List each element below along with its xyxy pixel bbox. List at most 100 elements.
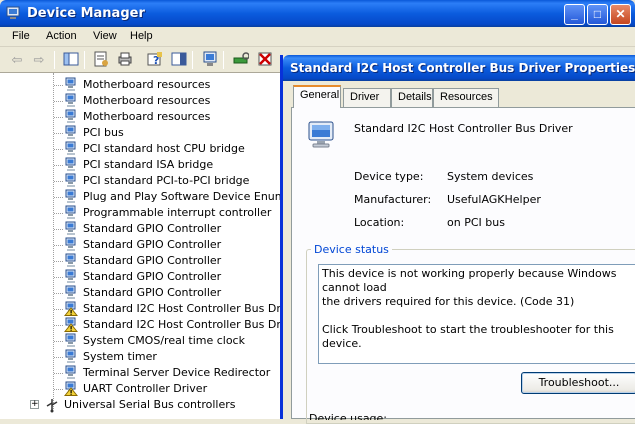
device-status-textbox[interactable]: This device is not working properly beca…	[318, 264, 635, 364]
tab-general[interactable]: General	[293, 85, 341, 108]
tab-driver[interactable]: Driver	[343, 88, 391, 107]
scan-hardware-icon[interactable]	[232, 51, 250, 69]
system-device-icon	[65, 77, 76, 91]
manufacturer-value: UsefulAGKHelper	[447, 193, 541, 206]
manufacturer-label: Manufacturer:	[354, 193, 432, 206]
forward-arrow-icon[interactable]: ⇨	[30, 51, 48, 69]
tab-resources[interactable]: Resources	[433, 88, 499, 107]
tree-connector	[54, 181, 63, 182]
device-tree: Motherboard resources Motherboard resourc…	[0, 73, 282, 419]
dialog-title: Standard I2C Host Controller Bus Driver …	[290, 61, 635, 75]
menu-action[interactable]: Action	[46, 30, 77, 42]
tree-node-label: Programmable interrupt controller	[83, 206, 272, 219]
general-tab-panel: Standard I2C Host Controller Bus Driver …	[291, 107, 635, 424]
tree-node-label: UART Controller Driver	[83, 382, 208, 395]
toolbar-separator	[84, 51, 85, 69]
location-value: on PCI bus	[447, 216, 505, 229]
tree-node-label: Motherboard resources	[83, 94, 211, 107]
monitor-icon[interactable]	[201, 51, 219, 69]
tree-connector	[54, 85, 63, 86]
device-warning-icon	[64, 317, 78, 332]
tree-connector-line	[53, 73, 54, 409]
tree-node-label: Standard I2C Host Controller Bus Driver	[83, 318, 282, 331]
menu-help[interactable]: Help	[130, 30, 153, 42]
tree-connector	[54, 293, 63, 294]
title-bar: Device Manager _ □ ✕	[0, 0, 635, 27]
toolbar-separator	[54, 51, 55, 69]
tree-connector	[54, 213, 63, 214]
print-icon[interactable]	[116, 51, 134, 69]
system-device-icon	[65, 141, 76, 155]
tree-connector	[54, 325, 63, 326]
help-icon[interactable]: ?	[146, 51, 164, 69]
system-device-icon	[65, 269, 76, 283]
uninstall-icon[interactable]	[256, 51, 274, 69]
tree-connector	[54, 197, 63, 198]
tree-node-label: PCI standard ISA bridge	[83, 158, 214, 171]
system-device-icon	[65, 253, 76, 267]
tree-connector	[54, 277, 63, 278]
tree-node-label: System timer	[83, 350, 157, 363]
tree-node-label: Standard GPIO Controller	[83, 270, 222, 283]
tree-node-label: Standard GPIO Controller	[83, 254, 222, 267]
system-device-icon	[65, 205, 76, 219]
system-device-icon	[65, 125, 76, 139]
close-button[interactable]: ✕	[610, 4, 631, 25]
maximize-button[interactable]: □	[587, 4, 608, 25]
menu-view[interactable]: View	[93, 30, 117, 42]
tree-view-icon[interactable]	[62, 51, 80, 69]
tree-node-label: Motherboard resources	[83, 78, 211, 91]
tab-details[interactable]: Details	[391, 88, 433, 107]
device-manager-icon	[6, 6, 20, 19]
minimize-button[interactable]: _	[564, 4, 585, 25]
troubleshoot-button[interactable]: Troubleshoot...	[521, 372, 635, 394]
console-icon[interactable]	[170, 51, 188, 69]
usb-icon	[46, 399, 58, 413]
system-device-icon	[65, 93, 76, 107]
tree-connector	[54, 373, 63, 374]
system-device-icon	[65, 237, 76, 251]
toolbar-separator	[192, 51, 193, 69]
device-manager-window: Device Manager _ □ ✕ File Action View He…	[0, 0, 635, 424]
menu-file[interactable]: File	[12, 30, 30, 42]
tree-connector	[54, 357, 63, 358]
system-device-icon	[65, 285, 76, 299]
tree-connector	[54, 341, 63, 342]
system-device-icon	[65, 173, 76, 187]
tree-connector	[54, 245, 63, 246]
back-arrow-icon[interactable]: ⇦	[8, 51, 26, 69]
tree-node-label: PCI standard host CPU bridge	[83, 142, 245, 155]
device-icon	[308, 121, 334, 148]
tree-connector	[54, 101, 63, 102]
tree-connector	[54, 165, 63, 166]
tree-node-label: PCI standard PCI-to-PCI bridge	[83, 174, 250, 187]
menu-bar: File Action View Help	[0, 27, 635, 47]
system-device-icon	[65, 333, 76, 347]
tree-connector	[54, 309, 63, 310]
device-warning-icon	[64, 381, 78, 396]
tree-node-label: System CMOS/real time clock	[83, 334, 245, 347]
tree-connector	[54, 133, 63, 134]
tree-node-label: Motherboard resources	[83, 110, 211, 123]
location-label: Location:	[354, 216, 405, 229]
system-device-icon	[65, 109, 76, 123]
tree-node-label: PCI bus	[83, 126, 124, 139]
dialog-title-bar: Standard I2C Host Controller Bus Driver …	[283, 55, 635, 81]
tree-node-label: Universal Serial Bus controllers	[64, 398, 236, 411]
tree-node-label: Plug and Play Software Device Enumerator	[83, 190, 281, 203]
system-device-icon	[65, 157, 76, 171]
expand-toggle[interactable]: +	[30, 400, 39, 409]
properties-icon[interactable]	[92, 51, 110, 69]
device-name: Standard I2C Host Controller Bus Driver	[354, 122, 573, 135]
system-device-icon	[65, 221, 76, 235]
tree-node-label: Terminal Server Device Redirector	[83, 366, 271, 379]
toolbar-separator	[223, 51, 224, 69]
tree-node-label: Standard GPIO Controller	[83, 238, 222, 251]
device-warning-icon	[64, 301, 78, 316]
tree-connector	[54, 229, 63, 230]
tree-node-label: Standard I2C Host Controller Bus Driver	[83, 302, 282, 315]
device-type-label: Device type:	[354, 170, 424, 183]
tree-connector	[54, 261, 63, 262]
tree-connector	[54, 389, 63, 390]
tree-node-label: Standard GPIO Controller	[83, 222, 222, 235]
